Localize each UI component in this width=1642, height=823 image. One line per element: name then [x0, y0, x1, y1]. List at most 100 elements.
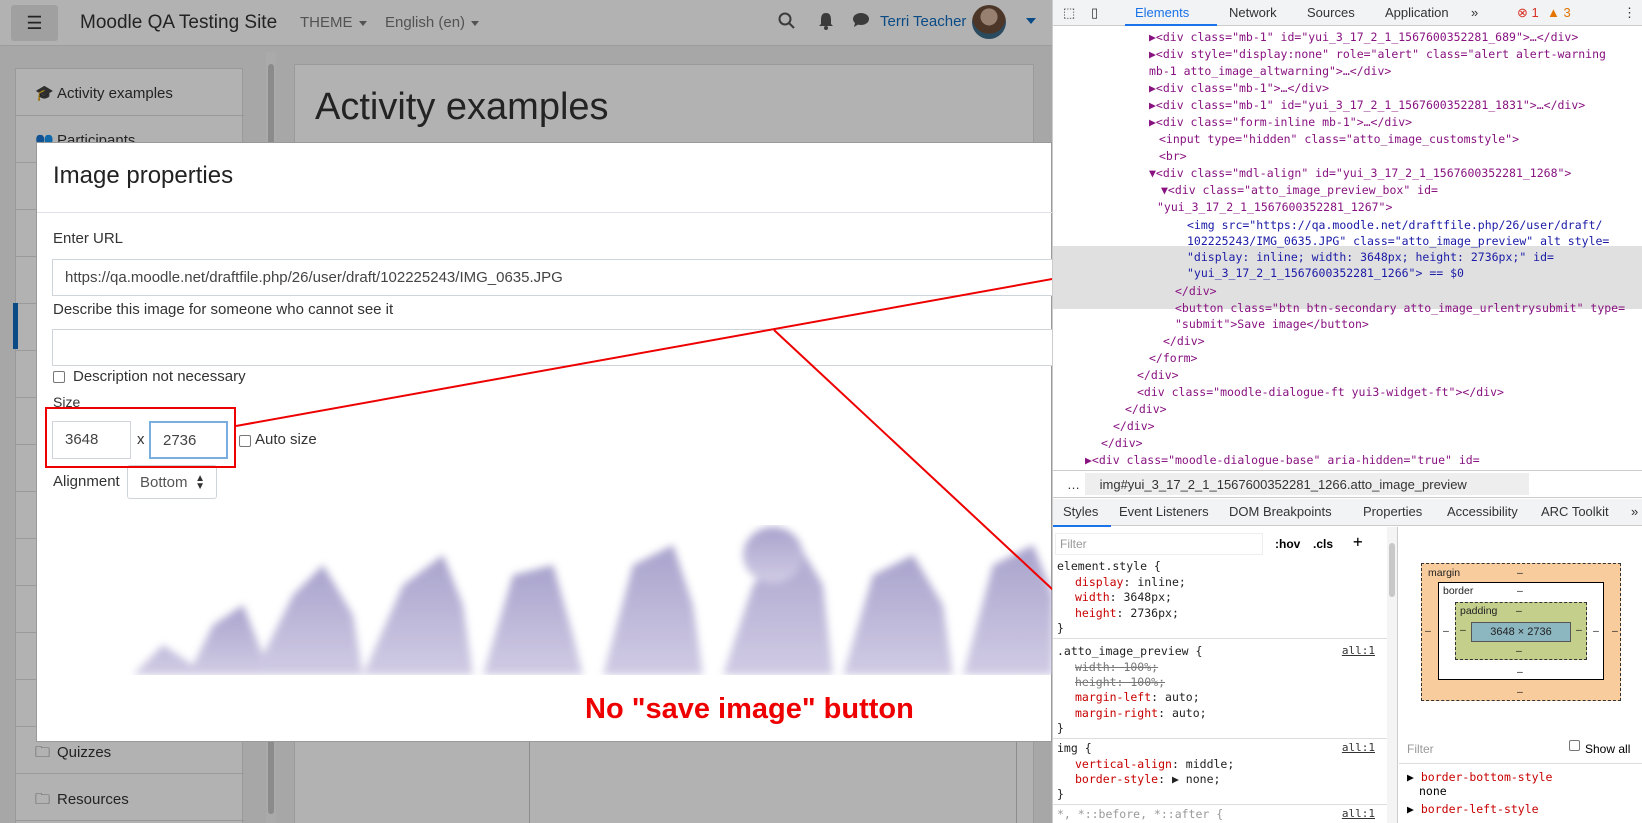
tab-styles[interactable]: Styles: [1063, 504, 1098, 519]
rule-source-link[interactable]: all:1: [1342, 807, 1375, 820]
rule-selector: .atto_image_preview {: [1057, 644, 1203, 658]
ellipsis-icon[interactable]: …: [1067, 477, 1080, 492]
warning-icon: ▲: [1547, 5, 1560, 20]
dom-line[interactable]: </div>: [1053, 402, 1642, 419]
device-toolbar-icon[interactable]: ▯: [1091, 5, 1098, 21]
tab-sources[interactable]: Sources: [1307, 5, 1355, 20]
dom-line[interactable]: </form>: [1053, 351, 1642, 368]
rule-selector: element.style {: [1057, 559, 1161, 573]
style-decl-overridden[interactable]: width: 100%;: [1075, 660, 1158, 674]
dom-line[interactable]: ▶<div class="form-inline mb-1">…</div>: [1053, 115, 1642, 132]
rule-selector: *, *::before, *::after {: [1057, 807, 1224, 821]
add-rule-icon[interactable]: +: [1353, 532, 1363, 551]
dom-line[interactable]: ▶<div class="moodle-dialogue-base" aria-…: [1053, 453, 1642, 470]
styles-scrollbar[interactable]: [1387, 527, 1397, 823]
inspect-element-icon[interactable]: ⬚: [1063, 5, 1075, 21]
dom-line[interactable]: ▶<div class="mb-1" id="yui_3_17_2_1_1567…: [1053, 30, 1642, 47]
computed-filter-input[interactable]: Filter: [1407, 742, 1434, 756]
url-label: Enter URL: [53, 230, 124, 247]
tab-accessibility[interactable]: Accessibility: [1447, 504, 1518, 519]
tab-event-listeners[interactable]: Event Listeners: [1119, 504, 1209, 519]
dom-line[interactable]: <button class="btn btn-secondary atto_im…: [1053, 301, 1642, 318]
devtools-panel: ⬚ ▯ Elements Network Sources Application…: [1052, 0, 1642, 823]
styles-filter-input[interactable]: Filter: [1055, 533, 1263, 555]
dom-line[interactable]: </div>: [1053, 334, 1642, 351]
box-model-border: border – – – – padding – – – – 3648 × 27…: [1438, 582, 1604, 680]
error-count[interactable]: ⊗ 1: [1517, 5, 1539, 21]
style-decl[interactable]: height: 2736px;: [1075, 606, 1179, 620]
dom-line[interactable]: <br>: [1053, 149, 1642, 166]
dom-line[interactable]: ▼<div class="atto_image_preview_box" id=: [1053, 183, 1642, 200]
dom-line-selected[interactable]: 102225243/IMG_0635.JPG" class="atto_imag…: [1053, 234, 1642, 251]
rule-selector: img {: [1057, 741, 1092, 755]
select-arrows-icon: ▲ ▼: [195, 473, 205, 492]
dom-line[interactable]: </div>: [1053, 436, 1642, 453]
computed-property[interactable]: ▶ border-left-style: [1407, 802, 1539, 816]
size-annotation-box: [45, 407, 236, 468]
show-all-label: Show all: [1585, 742, 1631, 756]
auto-size-checkbox[interactable]: [239, 435, 251, 447]
dom-line[interactable]: </div>: [1053, 368, 1642, 385]
style-decl[interactable]: margin-left: auto;: [1075, 690, 1200, 704]
tab-dom-breakpoints[interactable]: DOM Breakpoints: [1229, 504, 1332, 519]
dom-line[interactable]: "yui_3_17_2_1_1567600352281_1267">: [1053, 200, 1642, 217]
rule-close: }: [1057, 621, 1064, 635]
breadcrumb-item[interactable]: img#yui_3_17_2_1_1567600352281_1266.atto…: [1100, 477, 1467, 492]
hov-toggle[interactable]: :hov: [1275, 537, 1300, 551]
dom-line[interactable]: </div>: [1053, 419, 1642, 436]
tab-application[interactable]: Application: [1385, 5, 1449, 20]
tab-arc-toolkit[interactable]: ARC Toolkit: [1541, 504, 1609, 519]
tab-properties[interactable]: Properties: [1363, 504, 1422, 519]
style-decl[interactable]: display: inline;: [1075, 575, 1186, 589]
expand-arrow-icon: ▶: [1407, 802, 1414, 816]
dom-line-selected[interactable]: "yui_3_17_2_1_1567600352281_1266"> == $0: [1053, 266, 1642, 283]
alignment-label: Alignment: [53, 473, 120, 490]
dom-line[interactable]: <div class="moodle-dialogue-ft yui3-widg…: [1053, 385, 1642, 402]
description-not-necessary-checkbox[interactable]: [53, 371, 65, 383]
breadcrumb: … img#yui_3_17_2_1_1567600352281_1266.at…: [1053, 470, 1642, 498]
dom-line[interactable]: "submit">Save image</button>: [1053, 317, 1642, 334]
description-not-necessary-label: Description not necessary: [73, 368, 246, 385]
alignment-select[interactable]: Bottom ▲ ▼: [127, 465, 217, 499]
annotation-text: No "save image" button: [585, 693, 914, 725]
alt-text-input[interactable]: [52, 329, 1052, 366]
dom-line[interactable]: <input type="hidden" class="atto_image_c…: [1053, 132, 1642, 149]
computed-pane: Filter Show all ▶ border-bottom-style no…: [1399, 736, 1642, 823]
style-decl[interactable]: vertical-align: middle;: [1075, 757, 1234, 771]
url-input[interactable]: https://qa.moodle.net/draftfile.php/26/u…: [52, 259, 1052, 296]
dom-line[interactable]: ▶<div style="display:none" role="alert" …: [1053, 47, 1642, 64]
styles-pane: Filter :hov .cls + element.style { displ…: [1053, 527, 1398, 823]
dom-line[interactable]: ▶<div class="mb-1">…</div>: [1053, 81, 1642, 98]
style-decl[interactable]: margin-right: auto;: [1075, 706, 1207, 720]
dom-line[interactable]: ▼<div class="mdl-align" id="yui_3_17_2_1…: [1053, 166, 1642, 183]
image-properties-dialog: Image properties Enter URL https://qa.mo…: [36, 142, 1052, 742]
show-all-checkbox[interactable]: [1569, 740, 1580, 751]
active-tab-indicator: [1125, 24, 1217, 26]
dom-line-selected[interactable]: <img src="https://qa.moodle.net/draftfil…: [1053, 218, 1642, 235]
browser-viewport: ☰ Moodle QA Testing Site THEME English (…: [0, 0, 1052, 823]
box-model-content: 3648 × 2736: [1471, 622, 1571, 642]
warning-count[interactable]: ▲ 3: [1547, 5, 1571, 20]
more-tabs-icon[interactable]: »: [1631, 504, 1638, 519]
tab-elements[interactable]: Elements: [1135, 5, 1189, 20]
computed-property[interactable]: ▶ border-bottom-style none: [1407, 770, 1552, 798]
rule-source-link[interactable]: all:1: [1342, 644, 1375, 657]
expand-arrow-icon: ▶: [1407, 770, 1414, 784]
styles-tabbar: Styles Event Listeners DOM Breakpoints P…: [1053, 499, 1642, 526]
style-decl[interactable]: border-style: ▶ none;: [1075, 772, 1220, 786]
dom-line-selected[interactable]: "display: inline; width: 3648px; height:…: [1053, 250, 1642, 267]
more-tabs-icon[interactable]: »: [1471, 5, 1478, 20]
kebab-menu-icon[interactable]: ⋮: [1623, 5, 1636, 21]
tab-network[interactable]: Network: [1229, 5, 1277, 20]
dom-tree: ▶<div class="mb-1" id="yui_3_17_2_1_1567…: [1053, 28, 1642, 468]
rule-source-link[interactable]: all:1: [1342, 741, 1375, 754]
rule-close: }: [1057, 721, 1064, 735]
dom-line[interactable]: </div>: [1053, 284, 1642, 301]
style-decl-overridden[interactable]: height: 100%;: [1075, 675, 1165, 689]
dialog-header: Image properties: [37, 143, 1052, 213]
style-decl[interactable]: width: 3648px;: [1075, 590, 1172, 604]
dom-line[interactable]: mb-1 atto_image_altwarning">…</div>: [1053, 64, 1642, 81]
error-icon: ⊗: [1517, 5, 1528, 20]
dom-line[interactable]: ▶<div class="mb-1" id="yui_3_17_2_1_1567…: [1053, 98, 1642, 115]
cls-toggle[interactable]: .cls: [1313, 537, 1333, 551]
